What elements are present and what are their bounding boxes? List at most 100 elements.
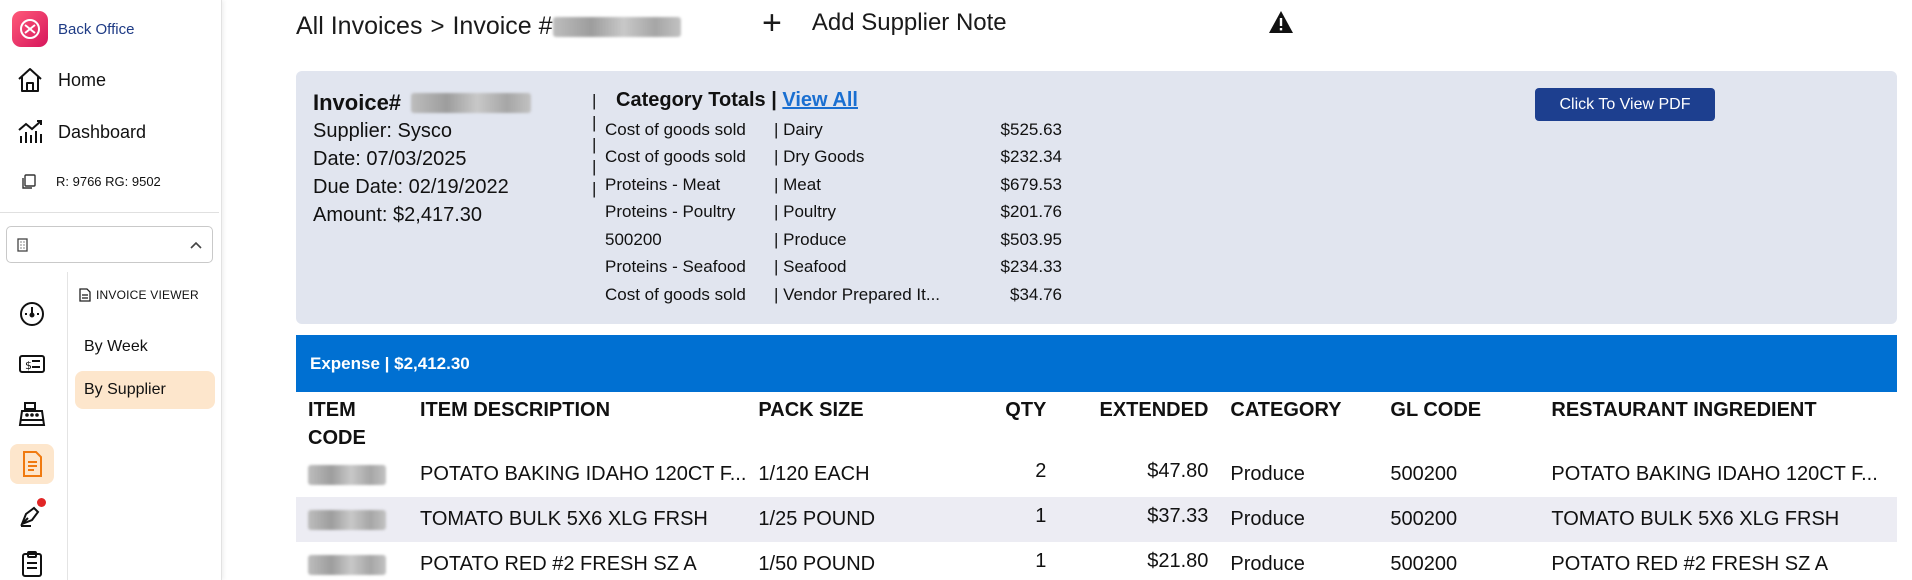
home-icon (18, 68, 42, 92)
category-account: 500200 (605, 229, 662, 249)
header-item-code[interactable]: ITEM CODE (296, 392, 408, 452)
item-gl-code: 500200 (1390, 553, 1458, 575)
header-gl-code[interactable]: GL CODE (1378, 392, 1539, 452)
category-row: Proteins - Poultry | Poultry $201.76 (605, 199, 1062, 227)
subnav-by-supplier[interactable]: By Supplier (75, 371, 215, 409)
ticket-icon: $ (19, 355, 45, 373)
item-pack-size: 1/25 POUND (746, 497, 987, 542)
item-category: Produce (1218, 497, 1379, 542)
nav-home-label: Home (58, 69, 107, 90)
table-row[interactable]: POTATO BAKING IDAHO 120CT F... 1/120 EAC… (296, 452, 1897, 497)
nav-dashboard[interactable]: Dashboard (16, 118, 146, 146)
expense-label: Expense | $2,412.30 (310, 353, 470, 373)
table-row[interactable]: TOMATO BULK 5X6 XLG FRSH 1/25 POUND 1 $3… (296, 497, 1897, 542)
rail-ticket[interactable]: $ (10, 344, 54, 384)
item-qty: 1 (986, 497, 1057, 542)
item-extended: $37.33 (1056, 497, 1219, 542)
category-amount: $34.76 (1010, 284, 1062, 304)
category-account: Cost of goods sold (605, 119, 746, 139)
store-select[interactable] (6, 226, 213, 263)
category-account: Proteins - Poultry (605, 202, 736, 222)
sidebar: Back Office Home Dashboard R: 9766 RG: 9… (0, 0, 222, 580)
table-header-row: ITEM CODE ITEM DESCRIPTION PACK SIZE QTY … (296, 392, 1897, 452)
breadcrumb-separator: > (430, 12, 445, 40)
item-category: Produce (1230, 463, 1305, 485)
item-gl-code: 500200 (1390, 463, 1458, 485)
plus-icon: + (762, 4, 782, 42)
invoice-supplier: Supplier: Sysco (313, 120, 452, 142)
category-name: | Meat (774, 174, 821, 194)
category-account: Cost of goods sold (605, 284, 746, 304)
warning-icon[interactable] (1268, 10, 1294, 34)
category-row: Cost of goods sold | Dairy $525.63 (605, 116, 1062, 144)
view-all-link[interactable]: View All (782, 89, 858, 111)
category-row: Cost of goods sold | Dry Goods $232.34 (605, 144, 1062, 172)
invoice-items-table: ITEM CODE ITEM DESCRIPTION PACK SIZE QTY … (296, 392, 1897, 580)
redacted-item-code (308, 554, 386, 575)
breadcrumb-all-invoices[interactable]: All Invoices (296, 12, 422, 41)
invoice-viewer-label: INVOICE VIEWER (96, 288, 199, 302)
category-row: 500200 | Produce $503.95 (605, 226, 1062, 254)
header-restaurant-ingredient[interactable]: RESTAURANT INGREDIENT (1539, 392, 1897, 452)
category-account: Cost of goods sold (605, 147, 746, 167)
brand-logo-icon (12, 11, 48, 47)
add-note-label: Add Supplier Note (811, 9, 1007, 36)
copy-icon (22, 174, 36, 189)
item-category: Produce (1230, 553, 1305, 575)
clipboard-icon (22, 551, 42, 577)
invoice-viewer-title: INVOICE VIEWER (79, 288, 199, 302)
add-supplier-note-button[interactable]: + Add Supplier Note (762, 4, 1007, 42)
header-item-description[interactable]: ITEM DESCRIPTION (408, 392, 746, 452)
category-row: Proteins - Seafood | Seafood $234.33 (605, 254, 1062, 282)
breadcrumb-invoice: Invoice # (452, 12, 553, 40)
invoice-due-date: Due Date: 02/19/2022 (313, 176, 509, 198)
register-icon (18, 402, 46, 426)
svg-text:$: $ (25, 359, 32, 372)
redacted-invoice-number (552, 16, 681, 37)
category-name: | Produce (774, 229, 847, 249)
dashboard-chart-icon (18, 120, 42, 143)
expense-bar[interactable]: Expense | $2,412.30 (296, 335, 1897, 392)
rail-clipboard[interactable] (10, 544, 54, 580)
item-extended: $21.80 (1147, 550, 1209, 572)
category-name: | Vendor Prepared It... (774, 284, 941, 304)
invoice-summary-panel: Invoice# Supplier: Sysco Date: 07/03/202… (296, 71, 1897, 324)
header-pack-size[interactable]: PACK SIZE (746, 392, 986, 452)
divider-pipes: | | | | | (592, 91, 597, 198)
subnav-by-week[interactable]: By Week (75, 328, 215, 366)
category-name: | Dairy (774, 119, 823, 139)
category-amount: $679.53 (1000, 174, 1062, 194)
view-pdf-button[interactable]: Click To View PDF (1535, 88, 1715, 121)
header-category[interactable]: CATEGORY (1218, 392, 1378, 452)
sidebar-divider (0, 212, 219, 213)
category-account: Proteins - Meat (605, 174, 721, 194)
rail-pen[interactable] (10, 494, 54, 534)
item-description: POTATO BAKING IDAHO 120CT F... (420, 463, 747, 485)
invoice-date: Date: 07/03/2025 (313, 148, 467, 170)
document-icon (79, 288, 91, 302)
invoice-title: Invoice# (313, 89, 532, 117)
rail-invoice[interactable] (10, 444, 54, 484)
table-row[interactable]: POTATO RED #2 FRESH SZ A 1/50 POUND 1 $2… (296, 542, 1897, 580)
region-label: R: 9766 RG: 9502 (56, 173, 161, 189)
rail-gauge[interactable] (10, 294, 54, 334)
invoice-amount: Amount: $2,417.30 (313, 204, 483, 226)
category-name: | Poultry (774, 202, 837, 222)
redacted-item-code (308, 464, 386, 485)
category-name: | Seafood (774, 257, 847, 277)
chevron-up-icon (190, 241, 202, 249)
category-totals-header: Category Totals | View All (616, 89, 858, 112)
brand[interactable]: Back Office (12, 11, 134, 47)
header-qty[interactable]: QTY (986, 392, 1056, 452)
breadcrumb: All Invoices > Invoice # (296, 12, 681, 41)
category-amount: $525.63 (1000, 119, 1062, 139)
item-ingredient: POTATO RED #2 FRESH SZ A (1551, 553, 1829, 575)
nav-home[interactable]: Home (16, 66, 106, 94)
invoice-title-label: Invoice# (313, 90, 402, 115)
rail-register[interactable] (10, 394, 54, 434)
category-amount: $234.33 (1000, 257, 1062, 277)
region-info[interactable]: R: 9766 RG: 9502 (20, 172, 161, 190)
icon-rail: $ (0, 272, 68, 580)
header-extended[interactable]: EXTENDED (1056, 392, 1218, 452)
redacted-item-code (308, 509, 386, 530)
